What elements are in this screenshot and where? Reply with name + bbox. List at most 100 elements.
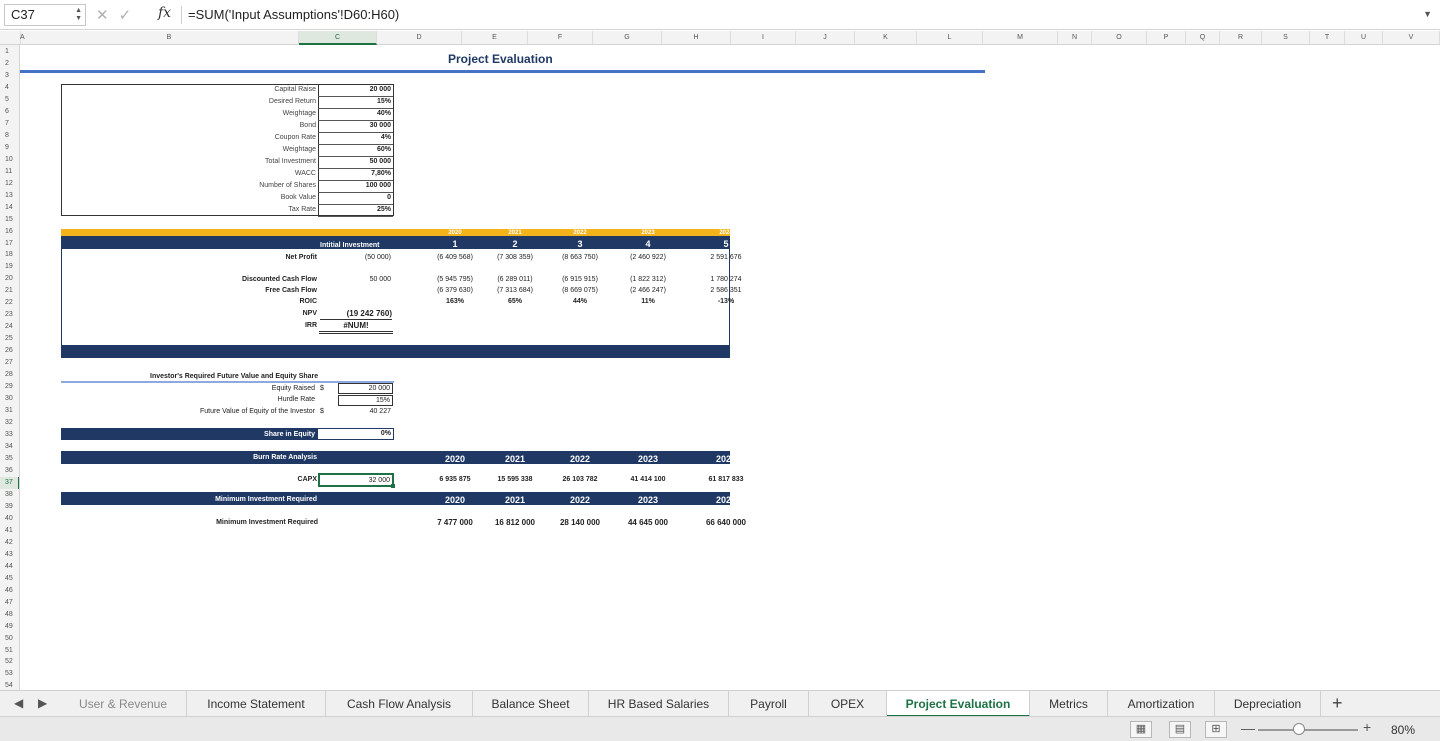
sheet-tab[interactable]: User & Revenue xyxy=(60,691,187,717)
confirm-icon[interactable]: ✓ xyxy=(119,7,142,24)
function-icon[interactable]: fx xyxy=(158,5,171,21)
sheet-tab[interactable]: Depreciation xyxy=(1215,691,1321,717)
column-header[interactable]: J xyxy=(796,31,855,45)
row-header[interactable]: 51 xyxy=(0,645,19,657)
row-header[interactable]: 39 xyxy=(0,501,19,513)
row-header[interactable]: 6 xyxy=(0,106,19,118)
row-header[interactable]: 8 xyxy=(0,130,19,142)
row-header[interactable]: 36 xyxy=(0,465,19,477)
row-header[interactable]: 10 xyxy=(0,154,19,166)
row-header[interactable]: 13 xyxy=(0,190,19,202)
row-header[interactable]: 40 xyxy=(0,513,19,525)
assumption-value[interactable]: 30 000 xyxy=(318,121,393,133)
sheet-tab[interactable]: Amortization xyxy=(1108,691,1215,717)
row-header[interactable]: 44 xyxy=(0,561,19,573)
chevron-down-icon[interactable]: ▼ xyxy=(1423,9,1432,19)
sheet-tab[interactable]: HR Based Salaries xyxy=(589,691,729,717)
row-header[interactable]: 37 xyxy=(0,476,19,489)
column-header[interactable]: D xyxy=(377,31,462,45)
row-header[interactable]: 53 xyxy=(0,668,19,680)
zoom-in-icon[interactable]: + xyxy=(1363,719,1371,735)
column-header[interactable]: K xyxy=(855,31,917,45)
column-header[interactable]: L xyxy=(917,31,983,45)
row-header[interactable]: 17 xyxy=(0,238,19,250)
row-header[interactable]: 23 xyxy=(0,309,19,321)
name-box[interactable]: C37 ▲ ▼ xyxy=(4,4,86,26)
column-header[interactable]: S xyxy=(1262,31,1310,45)
row-header[interactable]: 9 xyxy=(0,142,19,154)
row-header[interactable]: 12 xyxy=(0,178,19,190)
tab-next-icon[interactable]: ▶ xyxy=(38,696,47,710)
row-header[interactable]: 27 xyxy=(0,357,19,369)
row-header[interactable]: 32 xyxy=(0,417,19,429)
normal-view-icon[interactable]: ▦ xyxy=(1130,721,1152,738)
row-header[interactable]: 47 xyxy=(0,597,19,609)
row-header[interactable]: 15 xyxy=(0,214,19,226)
row-header[interactable]: 22 xyxy=(0,297,19,309)
zoom-slider[interactable] xyxy=(1258,729,1358,731)
sheet-tab[interactable]: Cash Flow Analysis xyxy=(326,691,473,717)
column-header[interactable]: I xyxy=(731,31,796,45)
row-header[interactable]: 11 xyxy=(0,166,19,178)
page-break-icon[interactable]: ⊞ xyxy=(1205,721,1227,738)
assumption-value[interactable]: 50 000 xyxy=(318,157,393,169)
row-header[interactable]: 29 xyxy=(0,381,19,393)
sheet-tab[interactable]: Project Evaluation xyxy=(887,691,1030,717)
row-header[interactable]: 43 xyxy=(0,549,19,561)
column-header[interactable]: C xyxy=(299,31,377,45)
assumption-value[interactable]: 7,80% xyxy=(318,169,393,181)
row-header[interactable]: 46 xyxy=(0,585,19,597)
row-header[interactable]: 31 xyxy=(0,405,19,417)
row-header[interactable]: 41 xyxy=(0,525,19,537)
row-header[interactable]: 35 xyxy=(0,453,19,465)
row-header[interactable]: 45 xyxy=(0,573,19,585)
sheet-tab[interactable]: OPEX xyxy=(809,691,887,717)
worksheet[interactable]: Project Evaluation Capital Raise 20 000 De… xyxy=(20,45,1440,690)
assumption-value[interactable]: 0 xyxy=(318,193,393,205)
page-layout-icon[interactable]: ▤ xyxy=(1169,721,1191,738)
row-header[interactable]: 28 xyxy=(0,369,19,381)
column-header[interactable]: B xyxy=(40,31,299,45)
column-header[interactable]: F xyxy=(528,31,593,45)
row-header[interactable]: 21 xyxy=(0,285,19,297)
sheet-tab[interactable]: Income Statement xyxy=(187,691,326,717)
row-header[interactable]: 1 xyxy=(0,46,19,58)
column-header[interactable]: V xyxy=(1383,31,1440,45)
sheet-tab[interactable]: Balance Sheet xyxy=(473,691,589,717)
column-header[interactable]: Q xyxy=(1186,31,1220,45)
row-header[interactable]: 14 xyxy=(0,202,19,214)
row-header[interactable]: 4 xyxy=(0,82,19,94)
column-header[interactable]: M xyxy=(983,31,1058,45)
column-header[interactable]: G xyxy=(593,31,662,45)
sheet-tab[interactable]: Payroll xyxy=(729,691,809,717)
row-header[interactable]: 16 xyxy=(0,226,19,238)
assumption-value[interactable]: 25% xyxy=(318,205,393,217)
row-header[interactable]: 24 xyxy=(0,321,19,333)
capx-selected-cell[interactable]: 32 000 xyxy=(318,473,394,487)
row-header[interactable]: 7 xyxy=(0,118,19,130)
assumption-value[interactable]: 20 000 xyxy=(318,85,393,97)
row-header[interactable]: 33 xyxy=(0,429,19,441)
name-box-stepper-icon[interactable]: ▲ ▼ xyxy=(75,7,82,23)
row-header[interactable]: 30 xyxy=(0,393,19,405)
column-header[interactable]: R xyxy=(1220,31,1262,45)
column-header[interactable]: U xyxy=(1345,31,1383,45)
row-header[interactable]: 54 xyxy=(0,680,19,690)
sheet-tab[interactable]: Metrics xyxy=(1030,691,1108,717)
assumption-value[interactable]: 100 000 xyxy=(318,181,393,193)
column-header[interactable]: N xyxy=(1058,31,1092,45)
column-header[interactable]: A xyxy=(20,31,25,45)
column-header[interactable]: O xyxy=(1092,31,1147,45)
row-header[interactable]: 52 xyxy=(0,656,19,668)
column-header[interactable]: P xyxy=(1147,31,1186,45)
column-header[interactable]: T xyxy=(1310,31,1345,45)
row-header[interactable]: 25 xyxy=(0,333,19,345)
formula-input[interactable]: =SUM('Input Assumptions'!D60:H60) xyxy=(188,7,399,22)
column-header[interactable]: H xyxy=(662,31,731,45)
row-header[interactable]: 34 xyxy=(0,441,19,453)
zoom-out-icon[interactable]: — xyxy=(1241,720,1255,736)
row-header[interactable]: 42 xyxy=(0,537,19,549)
row-header[interactable]: 2 xyxy=(0,58,19,70)
assumption-value[interactable]: 40% xyxy=(318,109,393,121)
row-header[interactable]: 3 xyxy=(0,70,19,82)
